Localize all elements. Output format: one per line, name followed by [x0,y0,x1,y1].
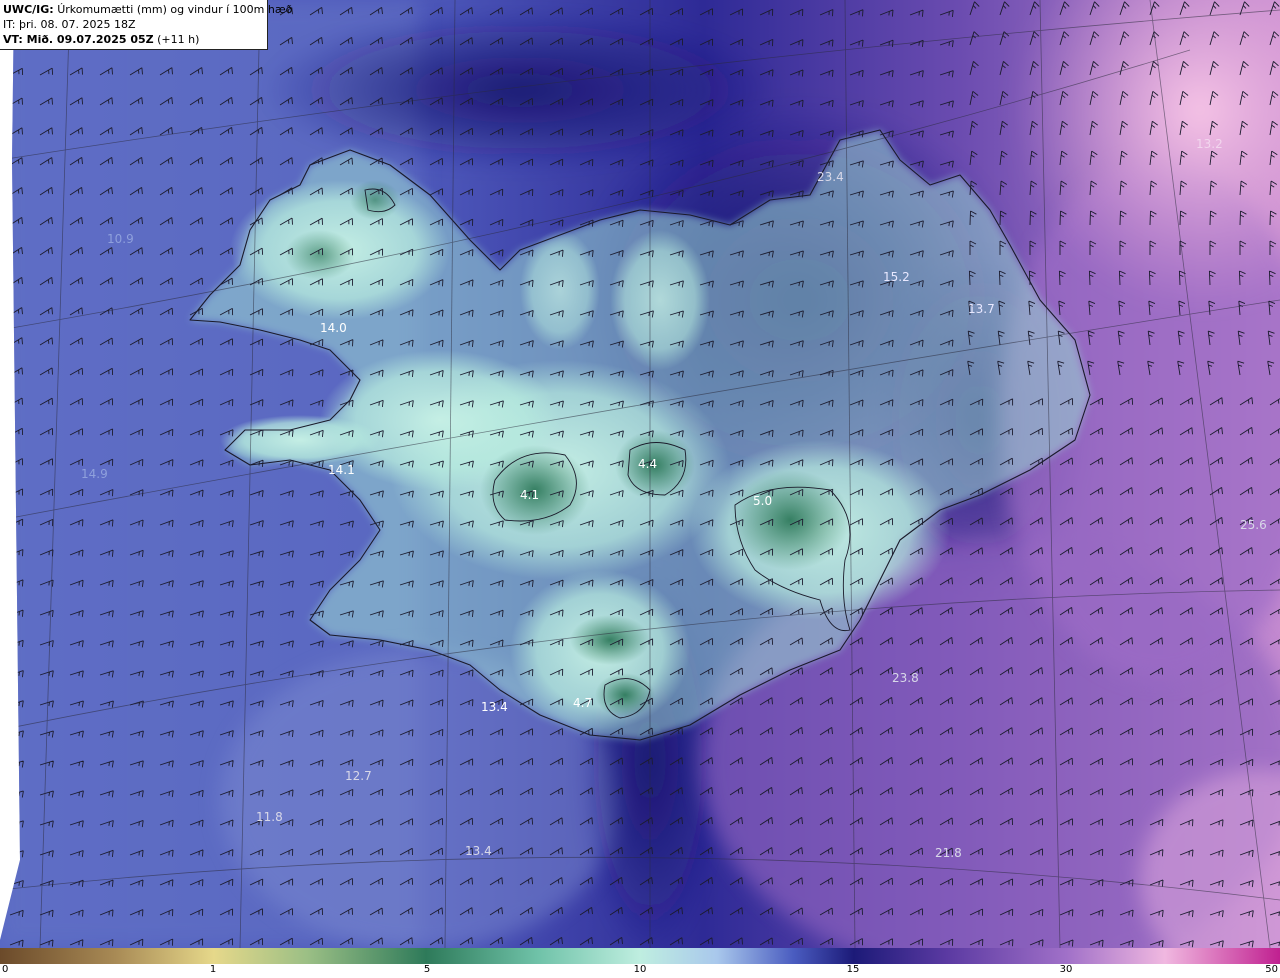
map-label: 23.8 [892,671,919,685]
map-label: 25.6 [1240,518,1267,532]
colorbar-tick: 0 [2,964,9,975]
map-label: 4.1 [520,488,539,502]
map-label: 13.4 [481,700,508,714]
map-label: 11.8 [256,810,283,824]
forecast-offset: (+11 h) [157,33,200,46]
colorbar-tick: 50 [1265,964,1278,975]
valid-time: VT: Mið. 09.07.2025 05Z [3,33,154,46]
colorbar-tick: 5 [423,964,431,975]
map-canvas: 23.4 15.2 13.7 14.0 14.1 4.4 4.1 5.0 25.… [0,0,1280,948]
map-label: 12.7 [345,769,372,783]
map-label: 10.9 [107,232,134,246]
colorbar-tick: 1 [209,964,217,975]
colorbar-tick: 15 [846,964,860,975]
map-label: 5.0 [753,494,772,508]
precipitation-field [0,0,1280,948]
colorbar [0,948,1280,964]
valid-time-row: VT: Mið. 09.07.2025 05Z (+11 h) [3,32,267,47]
colorbar-gradient [0,948,1280,964]
colorbar-tick: 30 [1059,964,1073,975]
map-label: 14.0 [320,321,347,335]
model-name: UWC/IG: [3,3,54,16]
colorbar-labels: 0 1 5 10 15 30 50 [0,964,1280,978]
map-label: 15.2 [883,270,910,284]
map-label: 13.4 [465,844,492,858]
map-title-box: UWC/IG: Úrkomumætti (mm) og vindur í 100… [0,0,292,50]
map-label: 4.7 [573,696,592,710]
map-label: 4.4 [638,457,657,471]
map-area[interactable]: 23.4 15.2 13.7 14.0 14.1 4.4 4.1 5.0 25.… [0,0,1280,948]
issue-time: IT: þri. 08. 07. 2025 18Z [3,18,136,31]
colorbar-tick: 10 [633,964,647,975]
map-label: 21.8 [935,846,962,860]
title-row: UWC/IG: Úrkomumætti (mm) og vindur í 100… [3,2,292,17]
map-label: 13.2 [1196,137,1223,151]
map-label: 23.4 [817,170,844,184]
map-label: 13.7 [968,302,995,316]
field-description: Úrkomumætti (mm) og vindur í 100m hæð [57,3,293,16]
map-label: 14.9 [81,467,108,481]
map-label: 14.1 [328,463,355,477]
